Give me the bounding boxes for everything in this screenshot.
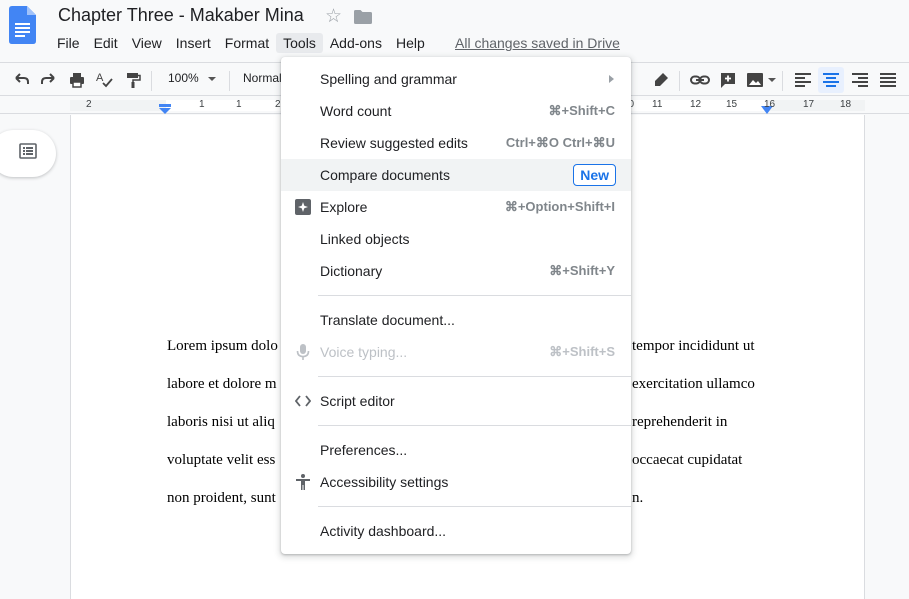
highlighter-icon[interactable]: [651, 70, 671, 90]
body-text-line: Lorem ipsum dolo: [167, 338, 278, 354]
code-icon: [293, 391, 313, 411]
redo-icon[interactable]: [39, 70, 59, 90]
docs-logo-icon[interactable]: [9, 6, 36, 44]
ruler-number: 2: [86, 99, 92, 110]
align-right-icon[interactable]: [850, 70, 870, 90]
google-docs-window: Chapter Three - Makaber Mina ☆ File Edit…: [0, 0, 909, 599]
body-text-line: reprehenderit in: [632, 414, 728, 430]
body-text-line: exercitation ullamco: [632, 376, 755, 392]
menu-file[interactable]: File: [50, 33, 87, 53]
ruler-number: 12: [690, 99, 702, 110]
menu-separator: [318, 376, 631, 377]
tools-menu: Spelling and grammar Word count ⌘+Shift+…: [281, 57, 631, 554]
menu-item-shortcut: Ctrl+⌘O Ctrl+⌘U: [505, 135, 615, 150]
outline-list-icon: [19, 143, 37, 164]
body-text-line: occaecat cupidatat: [632, 452, 743, 468]
comment-icon[interactable]: [718, 70, 738, 90]
menu-item-label: Word count: [320, 103, 392, 119]
menu-item-label: Script editor: [320, 393, 395, 409]
submenu-arrow-icon: [609, 75, 614, 83]
paragraph-style-select[interactable]: Normal: [243, 71, 282, 85]
ruler-number: 2: [275, 99, 281, 110]
menu-insert[interactable]: Insert: [169, 33, 218, 53]
menu-item-label: Translate document...: [320, 312, 455, 328]
menu-item-label: Dictionary: [320, 263, 383, 279]
menu-item-script-editor[interactable]: Script editor: [281, 385, 631, 417]
document-outline-button[interactable]: [0, 130, 56, 177]
body-text-line: tempor incididunt ut: [632, 338, 755, 354]
undo-icon[interactable]: [11, 70, 31, 90]
link-icon[interactable]: [690, 70, 710, 90]
image-icon[interactable]: [745, 70, 765, 90]
menu-separator: [318, 295, 631, 296]
menu-view[interactable]: View: [125, 33, 169, 53]
folder-icon[interactable]: [354, 10, 372, 29]
menu-item-shortcut: ⌘+Shift+S: [549, 344, 615, 359]
menu-addons[interactable]: Add-ons: [323, 33, 389, 53]
menu-item-label: Spelling and grammar: [320, 71, 457, 87]
menu-item-linked-objects[interactable]: Linked objects: [281, 223, 631, 255]
menu-item-label: Voice typing...: [320, 344, 408, 360]
menu-item-label: Preferences...: [320, 442, 408, 458]
ruler-number: 16: [764, 99, 776, 110]
star-icon[interactable]: ☆: [325, 5, 342, 28]
menu-tools[interactable]: Tools: [276, 33, 323, 53]
ruler-number: 17: [803, 99, 815, 110]
menu-item-shortcut: ⌘+Option+Shift+I: [504, 199, 615, 214]
menu-item-label: Compare documents: [320, 167, 450, 183]
menu-item-spelling-grammar[interactable]: Spelling and grammar: [281, 63, 631, 95]
menu-item-accessibility-settings[interactable]: Accessibility settings: [281, 466, 631, 498]
chevron-down-icon[interactable]: [208, 77, 216, 81]
menu-item-label: Review suggested edits: [320, 135, 468, 151]
new-badge: New: [573, 164, 616, 186]
spellcheck-icon[interactable]: A: [95, 70, 115, 90]
menu-item-translate-document[interactable]: Translate document...: [281, 304, 631, 336]
menu-item-compare-documents[interactable]: Compare documents New: [281, 159, 631, 191]
accessibility-icon: [293, 472, 313, 492]
align-center-icon[interactable]: [818, 67, 844, 93]
menu-item-preferences[interactable]: Preferences...: [281, 434, 631, 466]
menu-item-dictionary[interactable]: Dictionary ⌘+Shift+Y: [281, 255, 631, 287]
explore-icon: [293, 197, 313, 217]
chevron-down-icon[interactable]: [768, 78, 776, 82]
menu-format[interactable]: Format: [218, 33, 276, 53]
menu-separator: [318, 425, 631, 426]
menu-item-explore[interactable]: Explore ⌘+Option+Shift+I: [281, 191, 631, 223]
paint-format-icon[interactable]: [123, 70, 143, 90]
menu-bar: File Edit View Insert Format Tools Add-o…: [50, 32, 432, 54]
menu-edit[interactable]: Edit: [87, 33, 125, 53]
menu-item-label: Activity dashboard...: [320, 523, 447, 539]
menu-item-shortcut: ⌘+Shift+C: [548, 103, 615, 118]
ruler-number: 18: [840, 99, 852, 110]
menu-separator: [318, 506, 631, 507]
menu-item-voice-typing: Voice typing... ⌘+Shift+S: [281, 336, 631, 368]
menu-item-label: Linked objects: [320, 231, 410, 247]
ruler-number: 11: [652, 99, 663, 110]
body-text-line: non proident, sunt: [167, 490, 276, 506]
menu-item-label: Accessibility settings: [320, 474, 449, 490]
menu-item-word-count[interactable]: Word count ⌘+Shift+C: [281, 95, 631, 127]
align-justify-icon[interactable]: [878, 70, 898, 90]
zoom-select[interactable]: 100%: [168, 71, 199, 85]
menu-item-review-edits[interactable]: Review suggested edits Ctrl+⌘O Ctrl+⌘U: [281, 127, 631, 159]
microphone-icon: [293, 342, 313, 362]
menu-help[interactable]: Help: [389, 33, 432, 53]
ruler-number: 15: [726, 99, 738, 110]
save-status-link[interactable]: All changes saved in Drive: [455, 35, 620, 51]
body-text-line: voluptate velit ess: [167, 452, 276, 468]
menu-item-shortcut: ⌘+Shift+Y: [549, 263, 615, 278]
ruler-number: 1: [199, 99, 205, 110]
document-title[interactable]: Chapter Three - Makaber Mina: [58, 5, 304, 26]
menu-item-label: Explore: [320, 199, 368, 215]
body-text-line: laboris nisi ut aliq: [167, 414, 275, 430]
align-left-icon[interactable]: [793, 70, 813, 90]
svg-text:A: A: [96, 72, 104, 84]
menu-item-activity-dashboard[interactable]: Activity dashboard...: [281, 515, 631, 547]
ruler-number: 1: [236, 99, 242, 110]
body-text-line: n.: [632, 490, 644, 506]
body-text-line: labore et dolore m: [167, 376, 277, 392]
print-icon[interactable]: [67, 70, 87, 90]
